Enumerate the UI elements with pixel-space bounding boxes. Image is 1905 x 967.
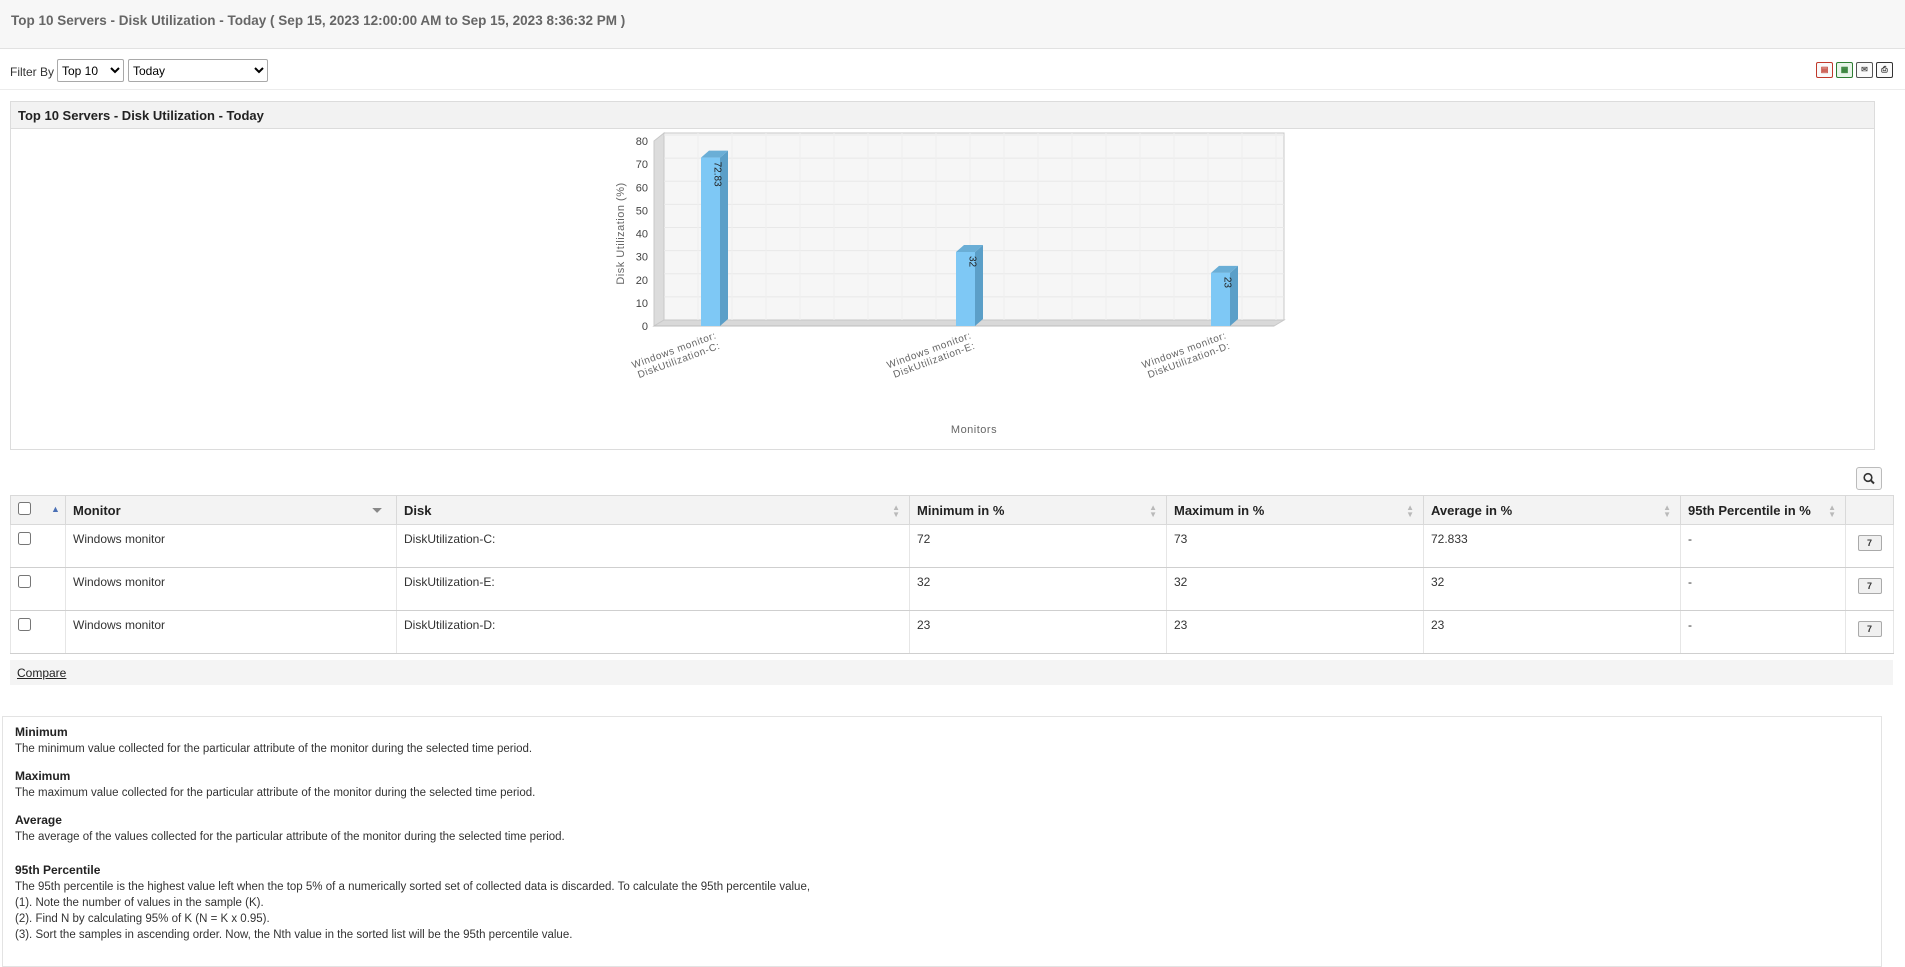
page-title: Top 10 Servers - Disk Utilization - Toda… — [0, 0, 1905, 49]
cell-average: 72.833 — [1423, 524, 1681, 568]
row-checkbox[interactable] — [18, 618, 31, 631]
cell-monitor: Windows monitor — [65, 524, 397, 568]
row-checkbox[interactable] — [18, 532, 31, 545]
header-minimum[interactable]: Minimum in % ▲ ▼ — [909, 495, 1167, 525]
chart-left-wall — [653, 131, 665, 327]
x-tick-label: Windows monitor:DiskUtilization-D: — [1141, 330, 1232, 380]
maximum-heading: Maximum — [15, 769, 71, 783]
header-maximum[interactable]: Maximum in % ▲ ▼ — [1166, 495, 1424, 525]
sort-icon: ▲ ▼ — [892, 503, 900, 519]
header-monitor-label: Monitor — [73, 502, 121, 518]
sort-icon: ▲ ▼ — [1149, 503, 1157, 519]
sort-icon: ▲ ▼ — [1406, 503, 1414, 519]
cell-95th-percentile: - — [1680, 610, 1846, 654]
filter-bar: Filter By Top 10 Today ▤ ▦ ✉ ⎙ — [0, 58, 1905, 90]
excel-export-icon[interactable]: ▦ — [1836, 62, 1853, 78]
x-tick-label: Windows monitor:DiskUtilization-E: — [886, 330, 977, 380]
minimum-description: The minimum value collected for the part… — [15, 743, 533, 755]
header-monitor[interactable]: Monitor ⏷ — [65, 495, 397, 525]
p95-step-1: (1). Note the number of values in the sa… — [15, 897, 264, 909]
table-row: Windows monitor DiskUtilization-E: 32 32… — [10, 567, 1894, 611]
chart-panel-header: Top 10 Servers - Disk Utilization - Toda… — [11, 102, 1874, 129]
y-tick-label: 50 — [636, 205, 648, 217]
cell-maximum: 23 — [1166, 610, 1424, 654]
p95-step-3: (3). Sort the samples in ascending order… — [15, 929, 573, 941]
cell-average: 32 — [1423, 567, 1681, 611]
y-tick-label: 10 — [636, 298, 648, 310]
maximum-description: The maximum value collected for the part… — [15, 787, 536, 799]
header-disk-label: Disk — [404, 502, 432, 518]
disk-utilization-table: ▲ Monitor ⏷ Disk ▲ ▼ Minimum in % ▲ ▼ Maximum… — [10, 495, 1894, 654]
p95-description: The 95th percentile is the highest value… — [15, 881, 811, 893]
average-heading: Average — [15, 813, 62, 827]
cell-average: 23 — [1423, 610, 1681, 654]
print-icon[interactable]: ⎙ — [1876, 62, 1893, 78]
cell-disk: DiskUtilization-E: — [396, 567, 910, 611]
y-tick-label: 30 — [636, 252, 648, 264]
compare-link[interactable]: Compare — [17, 666, 66, 680]
cell-95th-percentile: - — [1680, 524, 1846, 568]
period-select[interactable]: Today — [128, 59, 268, 82]
y-axis-label: Disk Utilization (%) — [615, 182, 627, 284]
table-row: Windows monitor DiskUtilization-D: 23 23… — [10, 610, 1894, 654]
cell-disk: DiskUtilization-C: — [396, 524, 910, 568]
p95-step-2: (2). Find N by calculating 95% of K (N =… — [15, 913, 270, 925]
cell-monitor: Windows monitor — [65, 567, 397, 611]
cell-maximum: 73 — [1166, 524, 1424, 568]
compare-bar: Compare — [10, 660, 1893, 685]
x-tick-label: Windows monitor:DiskUtilization-C: — [631, 330, 722, 380]
filter-label: Filter By — [10, 65, 55, 79]
cell-disk: DiskUtilization-D: — [396, 610, 910, 654]
bar-value-label: 23 — [1222, 277, 1233, 289]
pdf-export-icon[interactable]: ▤ — [1816, 62, 1833, 78]
email-icon[interactable]: ✉ — [1856, 62, 1873, 78]
sort-icon: ▲ ▼ — [1828, 503, 1836, 519]
table-row: Windows monitor DiskUtilization-C: 72 73… — [10, 524, 1894, 568]
header-disk[interactable]: Disk ▲ ▼ — [396, 495, 910, 525]
header-average-label: Average in % — [1431, 502, 1513, 518]
y-tick-label: 0 — [642, 321, 648, 333]
bar-side — [1230, 265, 1238, 326]
x-axis-label: Monitors — [951, 424, 997, 436]
header-average[interactable]: Average in % ▲ ▼ — [1423, 495, 1681, 525]
header-minimum-label: Minimum in % — [917, 502, 1005, 518]
y-tick-label: 70 — [636, 159, 648, 171]
search-button[interactable] — [1856, 467, 1882, 490]
header-95th-label: 95th Percentile in % — [1688, 502, 1811, 518]
sort-ascending-icon[interactable]: ▲ — [51, 504, 60, 514]
definitions-panel: Minimum The minimum value collected for … — [2, 716, 1882, 967]
header-95th-percentile[interactable]: 95th Percentile in % ▲ ▼ — [1680, 495, 1846, 525]
history-button[interactable]: 7 — [1857, 621, 1882, 637]
header-maximum-label: Maximum in % — [1174, 502, 1265, 518]
average-description: The average of the values collected for … — [15, 831, 565, 843]
header-action — [1845, 495, 1894, 525]
cell-minimum: 32 — [909, 567, 1167, 611]
chart-panel: Top 10 Servers - Disk Utilization - Toda… — [10, 101, 1875, 450]
cell-minimum: 23 — [909, 610, 1167, 654]
y-tick-label: 20 — [636, 275, 648, 287]
row-checkbox[interactable] — [18, 575, 31, 588]
bar-value-label: 32 — [967, 256, 978, 268]
cell-minimum: 72 — [909, 524, 1167, 568]
y-tick-label: 80 — [636, 136, 648, 148]
y-tick-label: 40 — [636, 229, 648, 241]
search-icon — [1863, 472, 1875, 485]
p95-heading: 95th Percentile — [15, 863, 101, 877]
select-all-checkbox[interactable] — [18, 502, 31, 515]
sort-icon: ▲ ▼ — [1663, 503, 1671, 519]
filter-icon[interactable]: ⏷ — [372, 503, 382, 518]
cell-95th-percentile: - — [1680, 567, 1846, 611]
bar-value-label: 72.83 — [712, 162, 723, 187]
select-all-header: ▲ — [10, 495, 66, 525]
history-button[interactable]: 7 — [1857, 535, 1882, 551]
history-button[interactable]: 7 — [1857, 578, 1882, 594]
cell-monitor: Windows monitor — [65, 610, 397, 654]
minimum-heading: Minimum — [15, 725, 68, 739]
y-tick-label: 60 — [636, 182, 648, 194]
cell-maximum: 32 — [1166, 567, 1424, 611]
table-header-row: ▲ Monitor ⏷ Disk ▲ ▼ Minimum in % ▲ ▼ Maximum… — [10, 495, 1894, 525]
export-toolbar: ▤ ▦ ✉ ⎙ — [1816, 62, 1893, 78]
disk-utilization-chart: 0 10 20 30 40 50 60 70 80 Disk Utilization (%) 72.… — [615, 131, 1286, 436]
top-count-select[interactable]: Top 10 — [57, 59, 124, 82]
